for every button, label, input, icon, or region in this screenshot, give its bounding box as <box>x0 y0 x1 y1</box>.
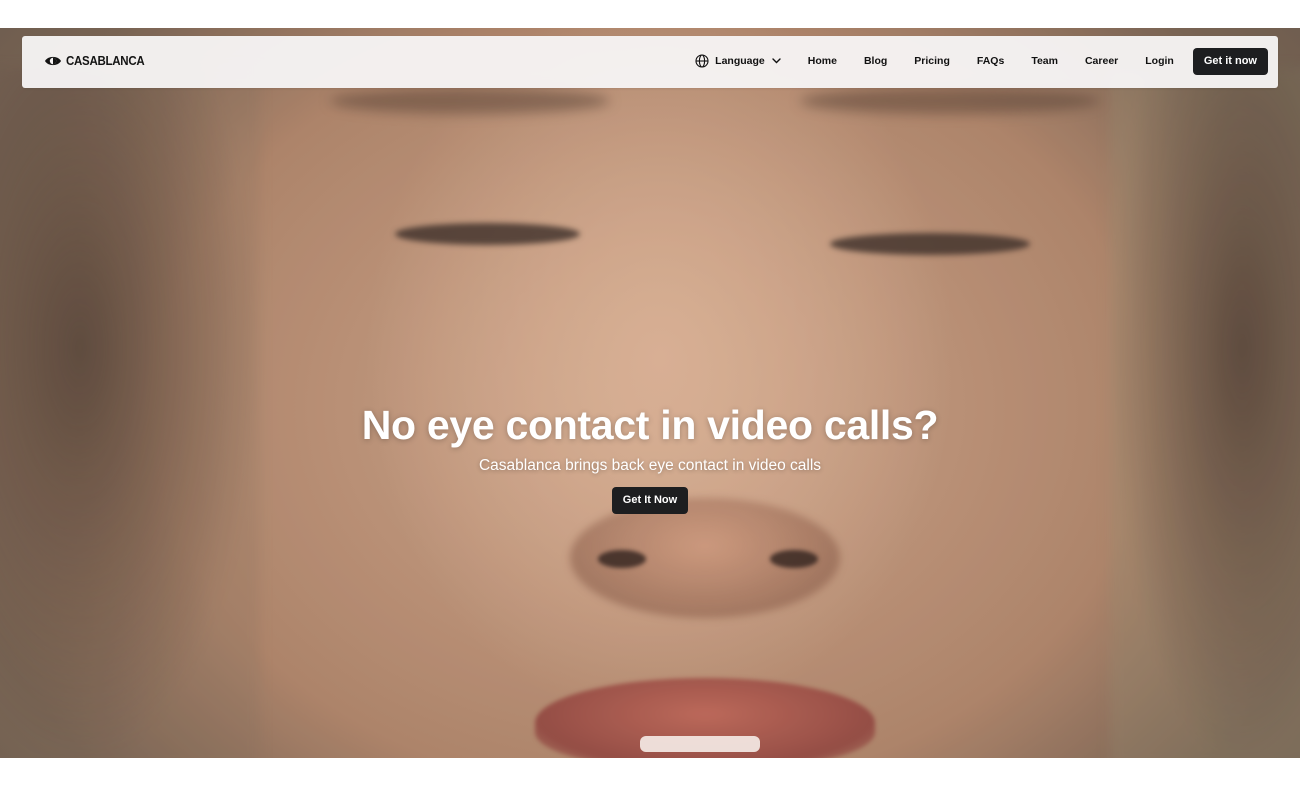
nav-link-login[interactable]: Login <box>1145 55 1174 67</box>
hero-get-it-now-button[interactable]: Get It Now <box>611 487 689 514</box>
language-selector[interactable]: Language <box>695 54 781 68</box>
hero-subheadline: Casablanca brings back eye contact in vi… <box>478 457 822 474</box>
chevron-down-icon <box>772 58 781 64</box>
nav-link-blog[interactable]: Blog <box>864 55 887 67</box>
nav-link-team[interactable]: Team <box>1031 55 1058 67</box>
hero-content: No eye contact in video calls? Casablanc… <box>0 402 1300 514</box>
nav-links: Language Home Blog Pricing FAQs Team Car… <box>695 47 1268 75</box>
landing-page: CASABLANCA Language Home Blog Pricing FA… <box>0 0 1300 788</box>
nav-link-home[interactable]: Home <box>808 55 837 67</box>
globe-icon <box>695 54 709 68</box>
nav-link-faqs[interactable]: FAQs <box>977 55 1004 67</box>
brand-logo[interactable]: CASABLANCA <box>44 54 151 68</box>
nav-link-career[interactable]: Career <box>1085 55 1118 67</box>
top-navbar: CASABLANCA Language Home Blog Pricing FA… <box>22 36 1278 88</box>
nav-link-pricing[interactable]: Pricing <box>914 55 950 67</box>
eye-logo-icon <box>45 56 61 66</box>
hero-background-image <box>0 28 1300 758</box>
hero-headline: No eye contact in video calls? <box>361 402 939 448</box>
language-label: Language <box>715 55 765 67</box>
hero-image-overlay <box>0 28 1300 758</box>
brand-name: CASABLANCA <box>66 54 145 68</box>
get-it-now-button[interactable]: Get it now <box>1192 47 1268 75</box>
